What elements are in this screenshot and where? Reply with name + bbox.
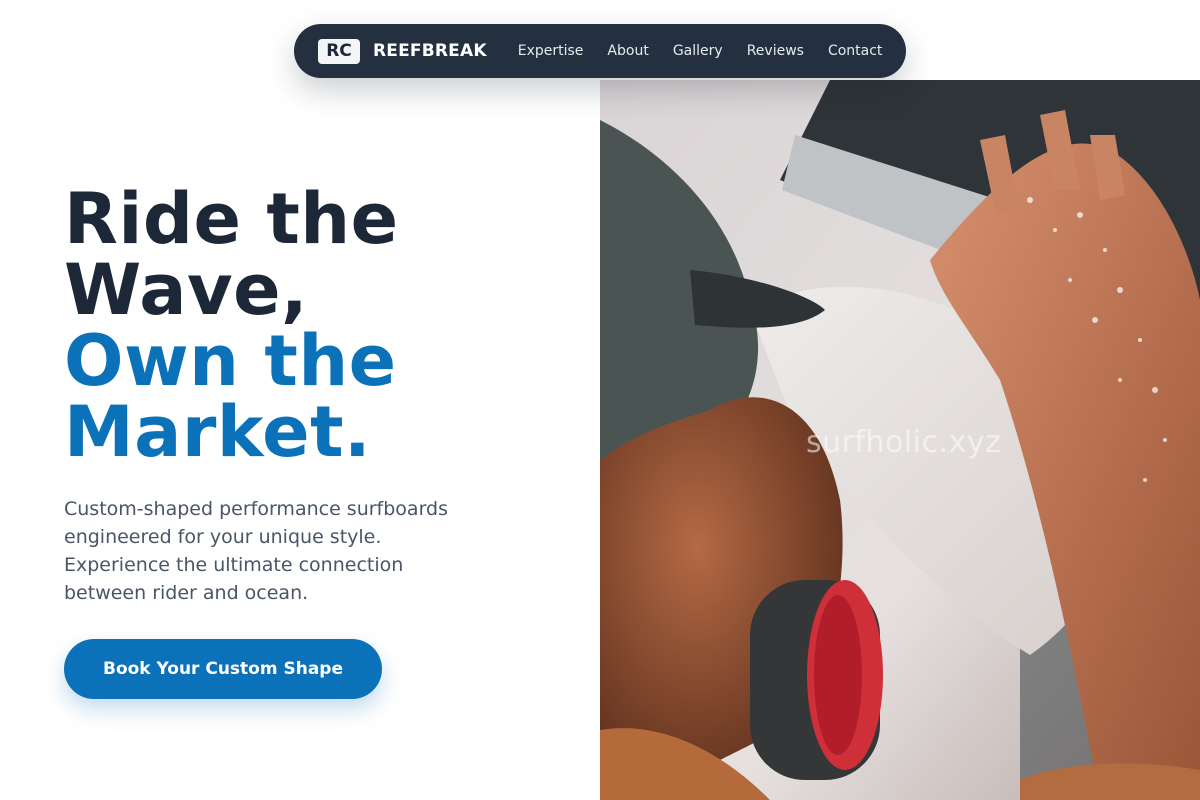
hero-description: Custom-shaped performance surfboards eng… bbox=[64, 498, 449, 604]
nav-link-gallery[interactable]: Gallery bbox=[673, 43, 723, 59]
nav-link-reviews[interactable]: Reviews bbox=[747, 43, 804, 59]
headline-line-3: Own the bbox=[64, 320, 397, 402]
headline-line-2: Wave, bbox=[64, 249, 309, 331]
nav-link-expertise[interactable]: Expertise bbox=[518, 43, 584, 59]
headline-line-1: Ride the bbox=[64, 178, 399, 260]
nav-link-contact[interactable]: Contact bbox=[828, 43, 882, 59]
brand[interactable]: RC REEFBREAK bbox=[318, 38, 487, 64]
photo-watermark: surfholic.xyz bbox=[806, 425, 1002, 460]
logo-badge: RC bbox=[318, 38, 360, 64]
top-nav: RC REEFBREAK Expertise About Gallery Rev… bbox=[294, 24, 906, 78]
nav-links: Expertise About Gallery Reviews Contact bbox=[518, 43, 883, 59]
headline-line-4: Market. bbox=[64, 391, 372, 473]
hero-section: Ride the Wave, Own the Market. Custom-sh… bbox=[64, 184, 584, 699]
book-custom-shape-button[interactable]: Book Your Custom Shape bbox=[64, 639, 382, 699]
brand-name: REEFBREAK bbox=[373, 41, 487, 61]
nav-link-about[interactable]: About bbox=[607, 43, 648, 59]
hero-headline: Ride the Wave, Own the Market. bbox=[64, 184, 584, 468]
hero-photo: surfholic.xyz bbox=[600, 80, 1200, 800]
